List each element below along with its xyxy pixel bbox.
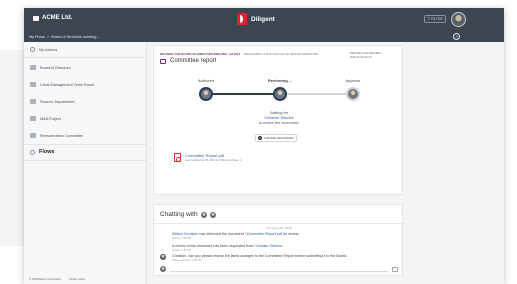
message-avatar [160, 254, 166, 260]
participant-avatar[interactable] [200, 211, 207, 218]
document-meta: DELIVERY FOR BOARD OF DIRECTORS MEETING … [160, 52, 318, 56]
chat-message: A review of the document has been reques… [172, 244, 283, 252]
approver-avatar[interactable] [346, 87, 360, 101]
message-meta: Willem Gerritsen, 1:56 PM [172, 258, 202, 262]
chat-header: Chatting with [160, 211, 216, 218]
pdf-icon [174, 153, 181, 162]
message-text: . [281, 244, 283, 248]
chat-message: Christian, can you please review the lat… [172, 254, 347, 262]
sidebar-item-remuneration[interactable]: Remuneration Committee [30, 133, 83, 138]
reviewer-avatar[interactable] [273, 87, 287, 101]
stage-authored-label: Authored [197, 78, 215, 83]
sidebar-item-my-actions[interactable]: My Actions [30, 47, 57, 52]
sidebar-item-board-of-directors[interactable]: Board of Directors [30, 65, 71, 70]
message-text: Christian, can you please review the lat… [172, 254, 347, 258]
document-card: DELIVERY FOR BOARD OF DIRECTORS MEETING … [153, 45, 403, 195]
page-title: Committee report [170, 58, 217, 64]
privacy-link[interactable]: Privacy notice [69, 278, 85, 281]
message-meta: System, 1:56 PM [172, 236, 192, 240]
sidebar-item-crisis-management[interactable]: Crisis Management Team Room [30, 82, 94, 87]
sidebar: My Actions Board of Directors Crisis Man… [24, 42, 147, 284]
document-status: WAITING FOR REVIEW DUE IN 15 DAYS [350, 51, 380, 59]
divider [154, 223, 404, 224]
breadcrumb-bar: My Flows > Board of Directors meeting...… [24, 32, 504, 42]
message-meta: System, 1:56 PM [172, 248, 192, 252]
org-switcher[interactable]: ACME Ltd. [33, 15, 72, 21]
sidebar-footer: © 2019 Diligent Corporation Privacy noti… [29, 278, 85, 281]
copyright-text: © 2019 Diligent Corporation [29, 278, 62, 281]
sidebar-item-label: My Actions [39, 47, 58, 52]
breadcrumb-separator: > [47, 35, 50, 39]
check-circle-icon [30, 47, 35, 52]
divider [24, 160, 147, 161]
sidebar-item-label: Remuneration Committee [40, 133, 84, 138]
request-info: · REQUESTED 14 MINUTES AGO BY WILLEM GER… [242, 52, 319, 56]
message-author[interactable]: Willem Gerritsen [172, 232, 199, 236]
participant-avatar[interactable] [209, 211, 216, 218]
sidebar-item-label: M&A Project [40, 116, 61, 121]
chat-title: Chatting with [160, 211, 198, 218]
sidebar-item-label: Board of Directors [40, 65, 71, 70]
building-icon [30, 65, 36, 70]
help-icon[interactable]: ? [453, 33, 460, 40]
folder-icon [160, 58, 166, 64]
message-text: has delivered the document [198, 232, 245, 236]
top-bar: ACME Ltd. Diligent ▽ FILTER [24, 8, 504, 32]
chat-composer [160, 265, 398, 273]
close-icon: × [258, 136, 263, 140]
divider [24, 57, 147, 58]
progress-line-pending [287, 93, 347, 95]
building-icon [30, 82, 36, 87]
brand: Diligent [237, 13, 275, 25]
flows-icon [30, 149, 35, 155]
breadcrumb: My Flows > Board of Directors meeting... [29, 35, 100, 39]
attachment-meta: Last modified 11:56 2019 by Willem Gerri… [185, 159, 242, 162]
message-text: A review of the document has been reques… [172, 244, 255, 248]
diligent-logo-icon [237, 13, 247, 25]
workflow-stages: Authored Reviewing ... Approve [154, 78, 404, 108]
brand-name: Diligent [251, 15, 275, 23]
document-title: Committee report [160, 58, 216, 64]
waiting-suffix: to review the document. [258, 121, 300, 125]
building-icon [30, 116, 36, 121]
building-icon [30, 99, 36, 104]
sidebar-item-ma-project[interactable]: M&A Project [30, 116, 61, 121]
sidebar-item-flows[interactable]: Flows [30, 149, 55, 155]
author-avatar[interactable] [199, 87, 213, 101]
filter-label: FILTER [430, 17, 443, 21]
filter-icon: ▽ [427, 17, 430, 21]
stage-reviewing-label: Reviewing ... [267, 78, 293, 83]
sidebar-item-label: Crisis Management Team Room [40, 82, 95, 87]
cancel-invitation-button[interactable]: × CANCEL INVITATION [255, 134, 297, 142]
current-user-avatar [160, 266, 166, 272]
breadcrumb-my-flows[interactable]: My Flows [29, 35, 45, 39]
message-doc-link[interactable]: Committee Report.pdf [247, 232, 282, 236]
chat-panel: Chatting with Fri, Aug 21st, 2019 Willem… [153, 204, 404, 276]
progress-line-done [213, 93, 275, 95]
due-text: DUE IN 15 DAYS [350, 54, 372, 59]
building-icon [33, 15, 39, 21]
building-icon [30, 133, 36, 138]
chat-date: Fri, Aug 21st, 2019 [266, 226, 292, 230]
waiting-message: Waiting for Christian Starnes to review … [154, 111, 404, 126]
stage-approve-label: Approve [345, 78, 361, 83]
send-icon[interactable] [392, 266, 398, 272]
sidebar-item-label: Finance Department [40, 99, 75, 104]
attachment-name[interactable]: Committee Report.pdf [185, 153, 241, 158]
divider [24, 144, 147, 145]
user-avatar[interactable] [451, 12, 466, 27]
message-text: for review. [281, 232, 300, 236]
meeting-tag[interactable]: DELIVERY FOR BOARD OF DIRECTORS MEETING … [160, 52, 240, 56]
org-name: ACME Ltd. [42, 15, 73, 21]
sidebar-item-label: Flows [39, 149, 55, 155]
message-name-link[interactable]: Christian Starnes [254, 244, 282, 248]
cancel-label: CANCEL INVITATION [264, 136, 294, 140]
breadcrumb-current[interactable]: Board of Directors meeting... [51, 35, 99, 39]
attachment[interactable]: Committee Report.pdf Last modified 11:56… [174, 153, 241, 162]
chat-message: Willem Gerritsen has delivered the docum… [172, 232, 299, 240]
chat-input[interactable] [170, 266, 388, 272]
filter-button[interactable]: ▽ FILTER [424, 15, 446, 23]
page: ACME Ltd. Diligent ▽ FILTER My Flows > B… [0, 0, 517, 284]
sidebar-item-finance[interactable]: Finance Department [30, 99, 74, 104]
